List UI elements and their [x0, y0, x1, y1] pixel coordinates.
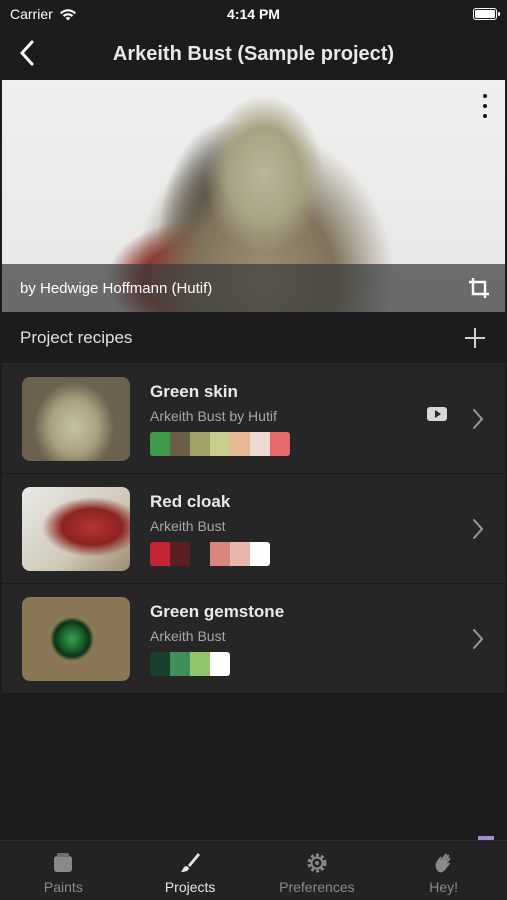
recipe-info: Green skin Arkeith Bust by Hutif — [150, 382, 290, 456]
tab-label: Preferences — [279, 879, 355, 895]
chevron-right-icon — [473, 409, 484, 429]
recipe-thumbnail — [22, 376, 130, 461]
color-swatch — [190, 431, 210, 456]
recipe-row-green-skin[interactable]: Green skin Arkeith Bust by Hutif — [2, 364, 505, 474]
tab-label: Projects — [164, 879, 216, 895]
recipe-list: Green skin Arkeith Bust by Hutif Red clo… — [2, 364, 505, 694]
color-swatch — [250, 541, 270, 566]
color-swatch — [210, 431, 230, 456]
color-swatch — [190, 651, 210, 676]
battery-icon — [473, 8, 500, 20]
tab-preferences[interactable]: Preferences — [254, 841, 381, 900]
color-swatch — [170, 541, 190, 566]
video-icon[interactable] — [427, 407, 447, 421]
carrier-label: Carrier — [10, 6, 53, 22]
paints-icon — [54, 853, 73, 872]
brush-icon — [181, 853, 201, 872]
color-swatch — [150, 541, 170, 566]
tab-label: Paints — [43, 879, 83, 895]
more-options-icon[interactable] — [479, 94, 491, 118]
recipe-name: Red cloak — [150, 491, 231, 511]
recipes-section-header: Project recipes — [2, 312, 505, 364]
color-swatches — [150, 431, 290, 456]
color-swatch — [250, 431, 270, 456]
chevron-right-icon — [473, 629, 484, 649]
color-swatches — [150, 651, 284, 676]
status-bar: Carrier 4:14 PM — [0, 0, 507, 28]
recipe-row-green-gemstone[interactable]: Green gemstone Arkeith Bust — [2, 584, 505, 694]
color-swatch — [230, 541, 250, 566]
color-swatch — [170, 431, 190, 456]
recipe-thumbnail — [22, 486, 130, 571]
crop-icon[interactable] — [467, 276, 491, 300]
recipe-subtitle: Arkeith Bust by Hutif — [150, 407, 277, 424]
recipe-row-red-cloak[interactable]: Red cloak Arkeith Bust — [2, 474, 505, 584]
add-recipe-button[interactable] — [463, 326, 487, 350]
color-swatch — [170, 651, 190, 676]
color-swatches — [150, 541, 270, 566]
recipe-info: Green gemstone Arkeith Bust — [150, 602, 284, 676]
color-swatch — [210, 541, 230, 566]
navigation-bar: Arkeith Bust (Sample project) — [0, 28, 507, 80]
color-swatch — [190, 541, 210, 566]
recipe-thumbnail — [22, 596, 130, 681]
color-swatch — [150, 431, 170, 456]
recipe-subtitle: Arkeith Bust — [150, 517, 226, 534]
project-hero-image[interactable]: by Hedwige Hoffmann (Hutif) — [2, 80, 505, 312]
chevron-left-icon — [20, 40, 34, 66]
gear-icon — [307, 853, 327, 873]
tab-paints[interactable]: Paints — [0, 841, 127, 900]
color-swatch — [270, 431, 290, 456]
wifi-icon — [59, 8, 76, 20]
recipe-name: Green skin — [150, 381, 238, 401]
color-swatch — [150, 651, 170, 676]
tab-projects[interactable]: Projects — [127, 841, 254, 900]
color-swatch — [210, 651, 230, 676]
tab-hey[interactable]: Hey! — [380, 841, 507, 900]
recipe-name: Green gemstone — [150, 601, 285, 621]
hero-caption: by Hedwige Hoffmann (Hutif) — [2, 264, 505, 312]
tab-bar: Paints Projects Preferences Hey! — [0, 840, 507, 900]
wave-hand-icon — [435, 853, 450, 873]
recipe-info: Red cloak Arkeith Bust — [150, 492, 270, 566]
tab-label: Hey! — [429, 879, 459, 895]
status-left: Carrier — [10, 6, 77, 22]
color-swatch — [230, 431, 250, 456]
page-title: Arkeith Bust (Sample project) — [112, 42, 395, 65]
back-button[interactable] — [12, 38, 42, 68]
chevron-right-icon — [473, 519, 484, 539]
section-title: Project recipes — [20, 327, 133, 347]
recipe-subtitle: Arkeith Bust — [150, 627, 226, 644]
author-label: by Hedwige Hoffmann (Hutif) — [20, 279, 213, 297]
